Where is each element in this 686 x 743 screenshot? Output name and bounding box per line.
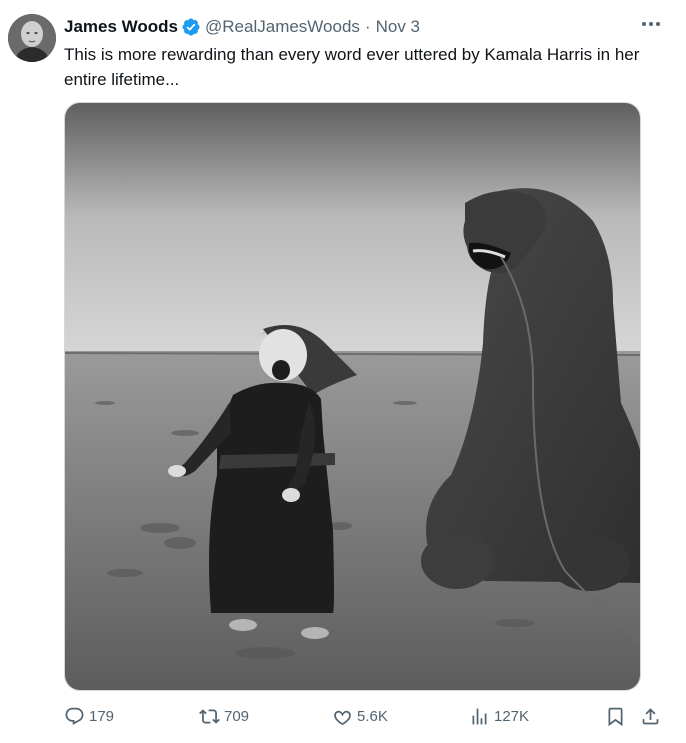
reply-button[interactable]: 179 [64,704,114,728]
like-button[interactable]: 5.6K [332,704,388,728]
heart-icon [334,710,351,725]
author-name[interactable]: James Woods [64,17,178,37]
more-options-icon[interactable] [638,14,664,34]
separator-dot: · [364,17,371,36]
views-button[interactable]: 127K [469,704,529,728]
like-count: 5.6K [357,707,388,725]
reply-icon [65,707,84,725]
tweet-header: James Woods @RealJamesWoods · Nov 3 [64,15,666,39]
bookmark-button[interactable] [605,704,630,728]
tweet-text: This is more rewarding than every word e… [64,45,640,89]
author-handle[interactable]: @RealJamesWoods [205,17,360,37]
tweet-photo[interactable] [64,102,641,691]
avatar[interactable] [8,14,56,62]
share-icon [642,707,659,724]
verified-badge-icon [181,17,201,37]
bookmark-icon [608,707,623,726]
tweet: James Woods @RealJamesWoods · Nov 3 This… [0,0,686,743]
views-chart-icon [472,708,487,724]
tweet-date[interactable]: Nov 3 [376,17,420,37]
repost-button[interactable]: 709 [199,704,249,728]
views-count: 127K [494,707,530,725]
repost-count: 709 [224,707,250,725]
share-button[interactable] [640,704,665,728]
repost-icon [199,708,220,724]
reply-count: 179 [89,707,115,725]
action-bar: 179 709 5.6K 127K [64,704,664,728]
